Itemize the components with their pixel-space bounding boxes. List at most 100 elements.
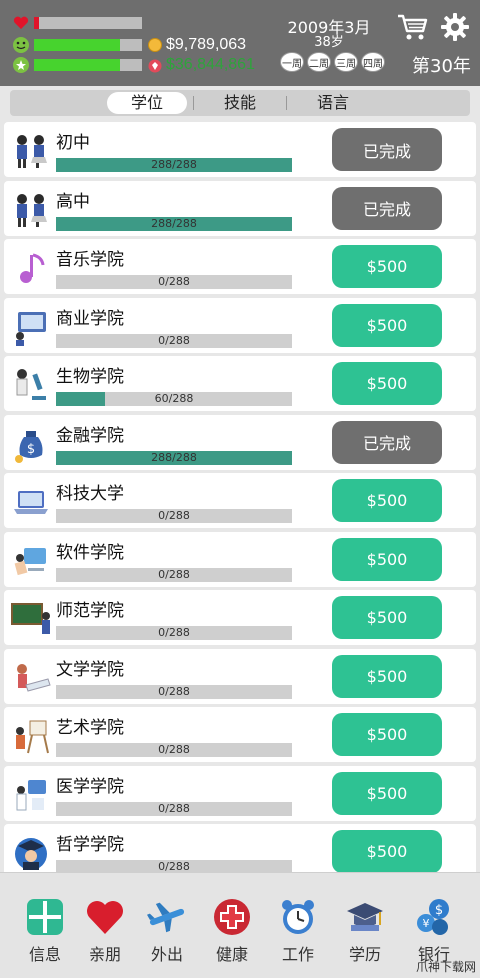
degree-row: 软件学院 0/288 $500 [4, 531, 476, 587]
progress-text: 60/288 [154, 392, 194, 405]
progress-text: 288/288 [151, 158, 197, 171]
bottom-nav: 信息 亲朋 外出 健康 工作 学历 $ ¥ 银行 [0, 872, 480, 978]
degree-row: 科技大学 0/288 $500 [4, 473, 476, 528]
health-stat [12, 14, 142, 32]
easel-icon [10, 715, 52, 757]
gear-icon[interactable] [440, 12, 470, 42]
money-balance: $9,789,063 [166, 36, 247, 53]
graduation-cap-icon [345, 897, 385, 937]
svg-text:$: $ [27, 442, 35, 457]
nav-work[interactable]: 工作 [268, 897, 328, 967]
completed-button[interactable]: 已完成 [332, 128, 442, 171]
health-bar [34, 17, 142, 29]
degree-name: 师范学院 [56, 601, 124, 621]
progress-text: 0/288 [158, 275, 190, 288]
enroll-button[interactable]: $500 [332, 654, 442, 698]
degree-name: 科技大学 [56, 484, 124, 504]
degree-row: 艺术学院 0/288 $500 [4, 707, 476, 762]
shopping-cart-icon[interactable] [396, 12, 430, 42]
enroll-button[interactable]: $500 [332, 245, 442, 288]
progress-text: 0/288 [158, 567, 190, 581]
business-icon [10, 306, 52, 348]
music-note-icon [10, 247, 52, 289]
degree-row: 商业学院 0/288 $500 [4, 297, 476, 353]
enroll-button[interactable]: $500 [332, 596, 442, 639]
tab-divider [286, 96, 287, 110]
enroll-button[interactable]: $500 [332, 479, 442, 522]
red-cross-icon [212, 897, 252, 937]
progress-bar: 0/288 [56, 684, 292, 699]
medicine-icon [10, 774, 52, 816]
degree-name: 初中 [56, 133, 90, 153]
week-2-button[interactable]: 二周 [307, 52, 331, 72]
svg-text:$: $ [435, 903, 443, 918]
svg-text:¥: ¥ [423, 917, 430, 930]
nav-education[interactable]: 学历 [335, 897, 395, 967]
coin-icon [148, 38, 162, 52]
gem-icon [148, 58, 162, 73]
enroll-button[interactable]: $500 [332, 537, 442, 581]
nav-friends[interactable]: 亲朋 [75, 897, 135, 967]
progress-bar: 0/288 [56, 567, 292, 582]
progress-text: 0/288 [158, 626, 190, 639]
star-icon [12, 56, 30, 74]
money-bag-icon: $ [10, 423, 52, 465]
degree-name: 高中 [56, 191, 90, 212]
nav-health[interactable]: 健康 [202, 897, 262, 967]
nav-travel[interactable]: 外出 [137, 897, 197, 967]
progress-text: 0/288 [158, 801, 190, 815]
week-1-button[interactable]: 一周 [280, 52, 304, 72]
bank-coins-icon: $ ¥ [414, 897, 454, 937]
degree-name: 哲学学院 [56, 835, 124, 855]
degree-row: 哲学学院 0/288 $500 [4, 824, 476, 879]
enroll-button[interactable]: $500 [332, 362, 442, 405]
enroll-button[interactable]: $500 [332, 771, 442, 815]
enroll-button[interactable]: $500 [332, 830, 442, 873]
completed-button[interactable]: 已完成 [332, 186, 442, 230]
blackboard-icon [10, 598, 52, 640]
progress-bar: 0/288 [56, 626, 292, 640]
degree-row: $ 金融学院 288/288 已完成 [4, 414, 476, 470]
week-4-button[interactable]: 四周 [361, 52, 385, 72]
progress-bar: 0/288 [56, 333, 292, 348]
happiness-stat: $9,789,063 [12, 36, 246, 54]
enroll-button[interactable]: $500 [332, 713, 442, 756]
progress-text: 288/288 [151, 216, 197, 230]
airplane-icon [147, 897, 187, 937]
year-counter: 第30年 [412, 56, 471, 77]
tab-language[interactable]: 语言 [293, 92, 373, 114]
microscope-icon [10, 364, 52, 406]
progress-bar: 0/288 [56, 509, 292, 523]
face-icon [12, 36, 30, 54]
degree-name: 生物学院 [56, 367, 124, 387]
progress-bar: 288/288 [56, 216, 292, 231]
week-selector: 一周 二周 三周 四周 [280, 52, 385, 72]
progress-text: 0/288 [158, 743, 190, 756]
heart-icon [12, 14, 30, 32]
progress-bar: 60/288 [56, 392, 292, 406]
week-3-button[interactable]: 三周 [334, 52, 358, 72]
completed-button[interactable]: 已完成 [332, 420, 442, 464]
degree-name: 软件学院 [56, 542, 124, 563]
degree-name: 艺术学院 [56, 718, 124, 738]
progress-text: 0/288 [158, 684, 190, 698]
progress-text: 0/288 [158, 509, 190, 522]
nav-info[interactable]: 信息 [15, 897, 75, 967]
progress-bar: 0/288 [56, 743, 292, 757]
secondary-balance: $36,844,861 [166, 56, 255, 73]
nav-bank[interactable]: $ ¥ 银行 [404, 897, 464, 967]
heart-icon [85, 897, 125, 937]
book-icon [10, 657, 52, 699]
tab-skills[interactable]: 技能 [200, 92, 280, 114]
tab-divider [193, 96, 194, 110]
degree-row: 师范学院 0/288 $500 [4, 590, 476, 645]
degree-name: 音乐学院 [56, 250, 124, 270]
students-icon [10, 130, 52, 172]
graduate-icon [10, 832, 52, 874]
happiness-bar [34, 39, 142, 51]
progress-text: 288/288 [151, 450, 197, 464]
degree-name: 医学学院 [56, 776, 124, 797]
progress-text: 0/288 [158, 333, 190, 347]
tab-degree[interactable]: 学位 [107, 92, 187, 114]
enroll-button[interactable]: $500 [332, 303, 442, 347]
